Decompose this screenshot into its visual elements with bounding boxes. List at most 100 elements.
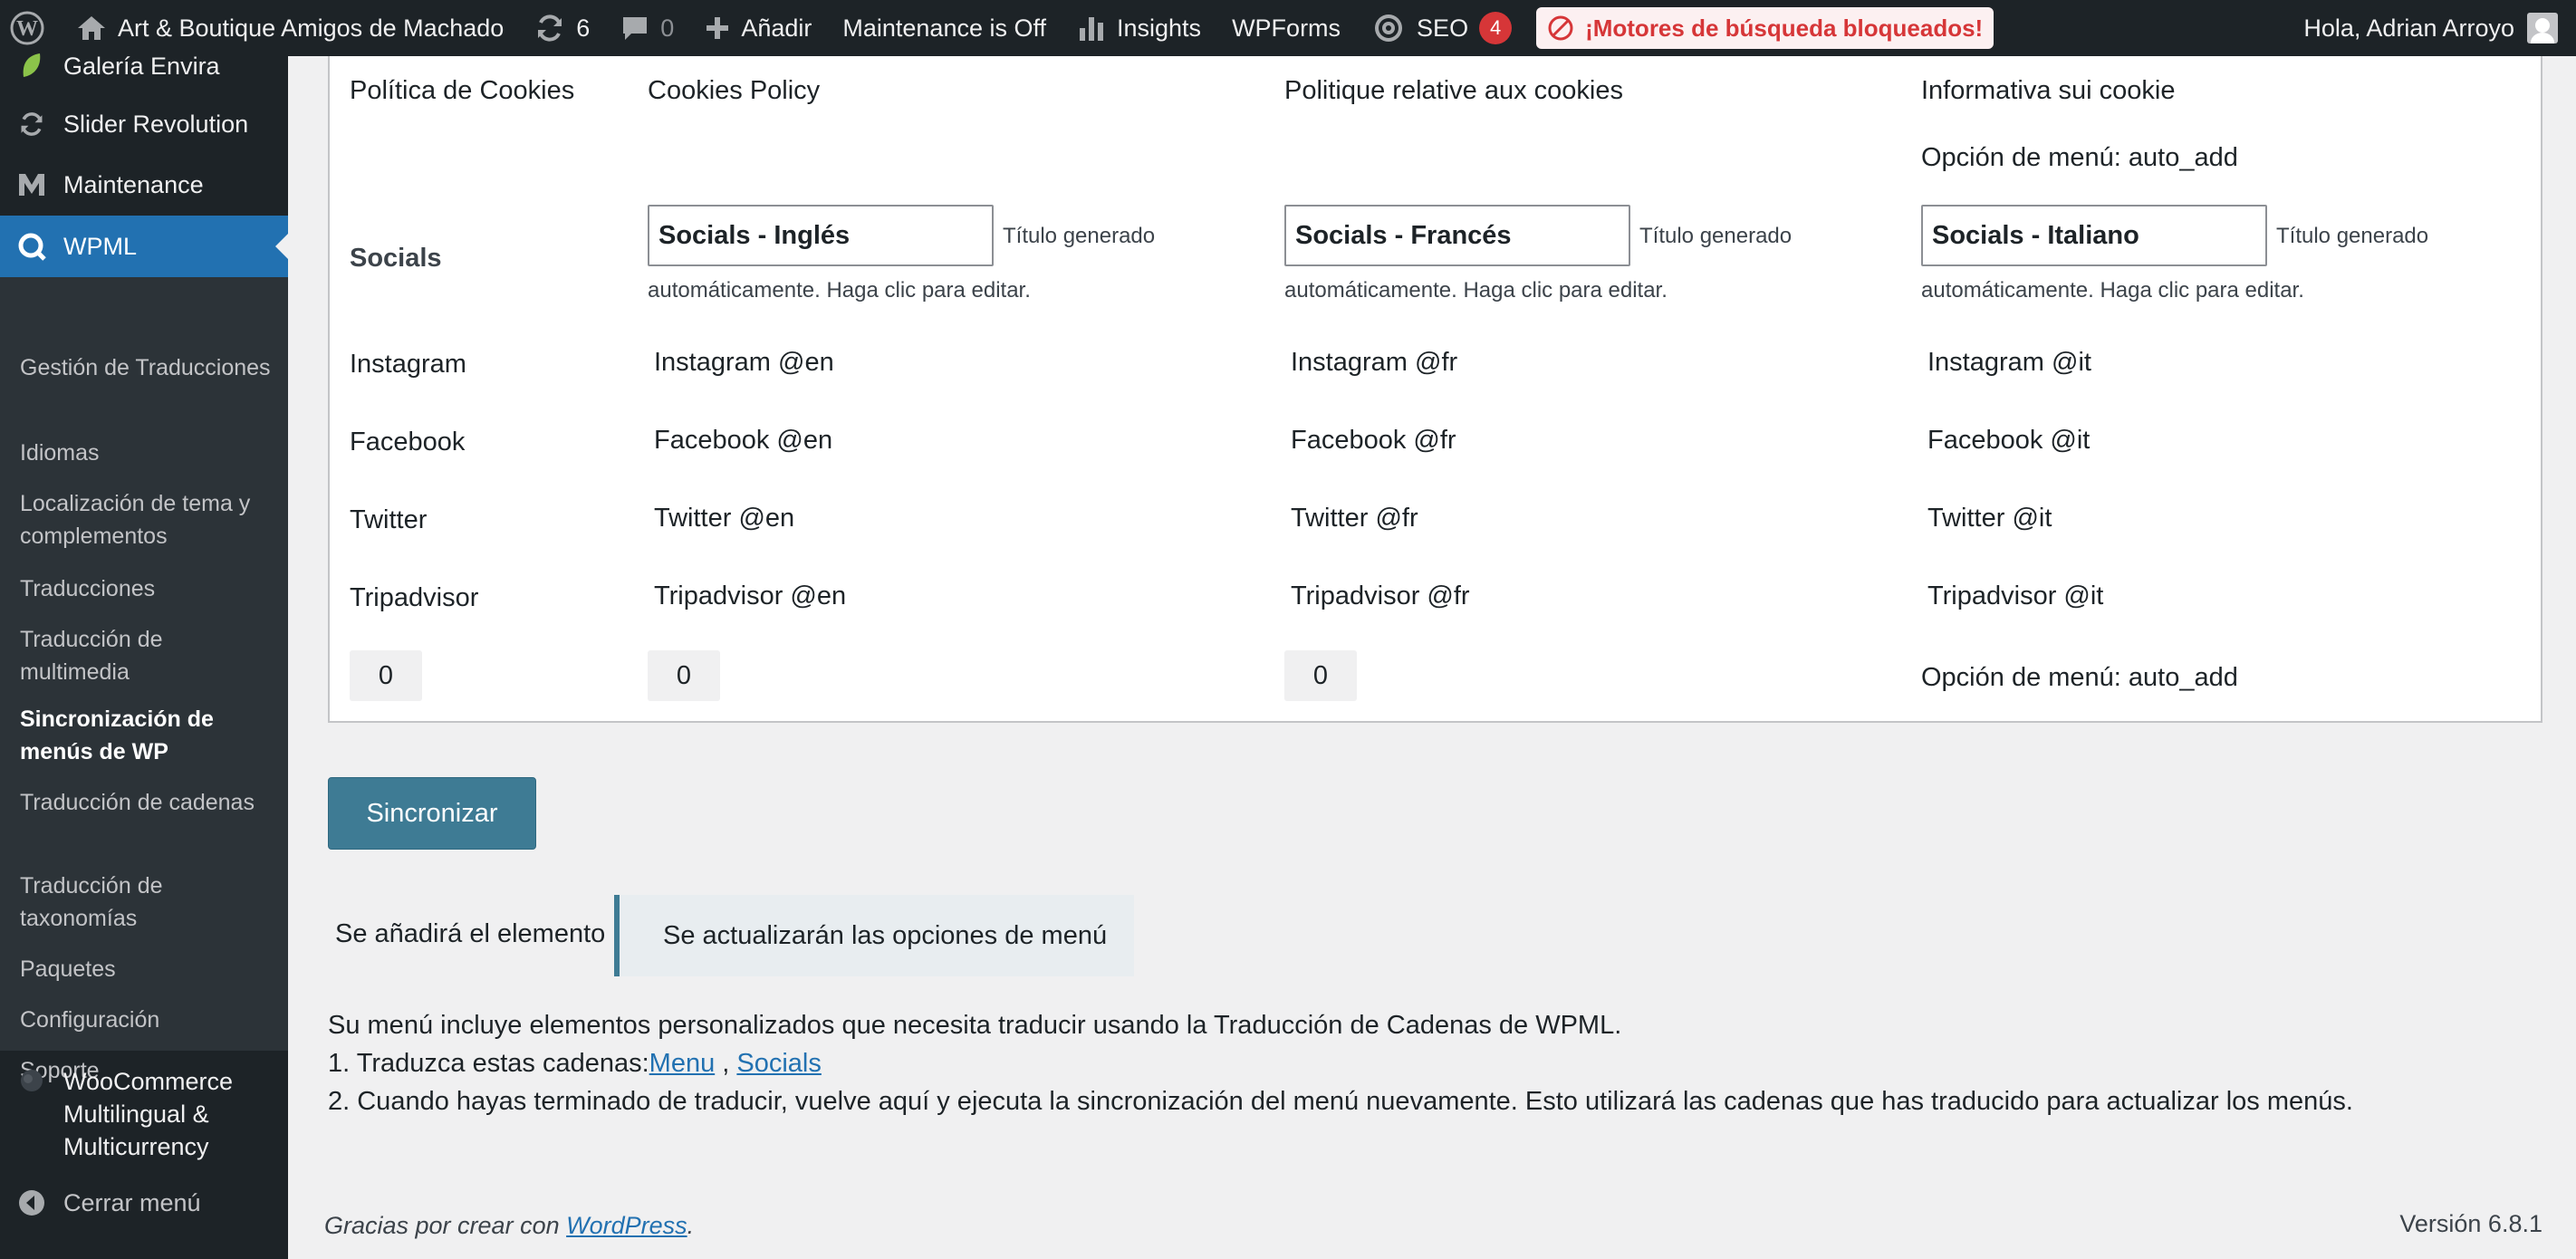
instagram-en: Instagram @en [654, 348, 834, 377]
submenu-item-wp-menus-sync[interactable]: Sincronización de menús de WP [20, 703, 274, 768]
facebook-it: Facebook @it [1927, 426, 2091, 455]
menu-order-default: 0 [350, 650, 422, 701]
seo-label: SEO [1417, 14, 1469, 42]
refresh-icon [534, 13, 565, 43]
sidebar-item-label: Galería Envira [63, 52, 220, 80]
twitter-it: Twitter @it [1927, 504, 2052, 533]
wpforms-label: WPForms [1232, 14, 1341, 42]
submenu-item-string-translation[interactable]: Traducción de cadenas [20, 786, 274, 819]
wpml-submenu: Gestión de Traducciones Idiomas Localiza… [0, 277, 288, 1083]
comments-link[interactable]: 0 [605, 0, 689, 56]
wordpress-link[interactable]: WordPress [566, 1212, 687, 1239]
menu-sync-table: Política de Cookies Cookies Policy Polit… [328, 56, 2542, 723]
footer-version: Versión 6.8.1 [2399, 1210, 2542, 1237]
sidebar-item-label: WPML [63, 232, 137, 260]
avatar [2527, 13, 2558, 43]
footer-thanks-prefix: Gracias por crear con [324, 1212, 567, 1239]
twitter-fr: Twitter @fr [1291, 504, 1418, 533]
submenu-item-settings[interactable]: Configuración [20, 1004, 274, 1036]
seo-notification-badge: 4 [1479, 12, 1513, 44]
menu-order-fr: 0 [1284, 650, 1357, 701]
submenu-item-packages[interactable]: Paquetes [20, 953, 274, 985]
sidebar-item-woocommerce-multilingual[interactable]: WooCommerce Multilingual & Multicurrency [0, 1056, 288, 1160]
row-label-socials: Socials [350, 244, 442, 273]
tripadvisor-it: Tripadvisor @it [1927, 581, 2104, 610]
facebook-en: Facebook @en [654, 426, 833, 455]
notice-line-2: 1. Traduzca estas cadenas:Menu , Socials [328, 1047, 822, 1080]
sidebar-item-maintenance[interactable]: Maintenance [0, 154, 288, 216]
tripadvisor-en: Tripadvisor @en [654, 581, 847, 610]
legend-item-will-be-added: Se añadirá el elemento [335, 919, 606, 948]
link-separator: , [715, 1049, 737, 1078]
instagram-it: Instagram @it [1927, 348, 2091, 377]
notice-line-3: 2. Cuando hayas terminado de traducir, v… [328, 1087, 2353, 1116]
leaf-icon [16, 51, 47, 82]
tripadvisor-fr: Tripadvisor @fr [1291, 581, 1470, 610]
plus-icon [705, 15, 730, 41]
submenu-item-translation-management[interactable]: Gestión de Traducciones [20, 351, 274, 384]
notice-line-1: Su menú incluye elementos personalizados… [328, 1011, 1622, 1040]
cookies-fr: Politique relative aux cookies [1284, 76, 1623, 105]
footer-thanks-suffix: . [687, 1212, 695, 1239]
sidebar-item-label: Maintenance [63, 170, 204, 198]
submenu-item-translations[interactable]: Traducciones [20, 572, 274, 605]
updates-link[interactable]: 6 [519, 0, 605, 56]
search-engines-blocked-label: ¡Motores de búsqueda bloqueados! [1585, 14, 1984, 42]
sidebar-item-slider-revolution[interactable]: Slider Revolution [0, 94, 288, 154]
cookies-it-menu-option: Opción de menú: auto_add [1921, 143, 2238, 172]
cookies-it: Informativa sui cookie [1921, 76, 2176, 105]
socials-fr-title-input[interactable]: Socials - Francés [1284, 205, 1630, 266]
my-account-menu[interactable]: Hola, Adrian Arroyo [2303, 0, 2576, 56]
seo-link[interactable]: SEO 4 [1356, 0, 1527, 56]
search-engines-blocked-alert[interactable]: ¡Motores de búsqueda bloqueados! [1536, 7, 1994, 49]
add-new-link[interactable]: Añadir [689, 0, 827, 56]
row-label-twitter: Twitter [350, 505, 428, 534]
translate-socials-link[interactable]: Socials [736, 1049, 822, 1078]
maintenance-status: Maintenance is Off [842, 14, 1046, 42]
socials-en-hint-2: automáticamente. Haga clic para editar. [648, 278, 1031, 303]
wpml-icon [16, 231, 47, 262]
maintenance-status-link[interactable]: Maintenance is Off [827, 0, 1062, 56]
facebook-fr: Facebook @fr [1291, 426, 1456, 455]
insights-label: Insights [1117, 14, 1202, 42]
socials-en-title-input[interactable]: Socials - Inglés [648, 205, 994, 266]
submenu-item-languages[interactable]: Idiomas [20, 437, 274, 469]
sidebar-item-wpml[interactable]: WPML [0, 216, 288, 277]
socials-it-title-input[interactable]: Socials - Italiano [1921, 205, 2267, 266]
row-label-instagram: Instagram [350, 350, 466, 379]
legend-options-will-be-updated: Se actualizarán las opciones de menú [614, 895, 1134, 976]
sidebar-item-envira-gallery[interactable]: Galería Envira [0, 38, 288, 94]
socials-fr-hint-1: Título generado [1639, 224, 1793, 248]
gear-icon [1371, 11, 1406, 45]
comment-icon [620, 14, 649, 42]
comments-count: 0 [660, 14, 675, 42]
admin-sidebar: Galería Envira Slider Revolution Mainten… [0, 53, 288, 1259]
sync-button[interactable]: Sincronizar [328, 777, 536, 850]
wpforms-link[interactable]: WPForms [1216, 0, 1356, 56]
wcml-icon [16, 1065, 47, 1096]
collapse-menu-label: Cerrar menú [63, 1188, 201, 1216]
socials-it-hint-1: Título generado [2276, 224, 2429, 248]
menu-order-en: 0 [648, 650, 720, 701]
notice-line-2-prefix: 1. Traduzca estas cadenas: [328, 1049, 649, 1078]
collapse-menu-button[interactable]: Cerrar menú [0, 1179, 288, 1226]
row-label-cookies: Política de Cookies [350, 76, 575, 105]
it-menu-option-footer: Opción de menú: auto_add [1921, 663, 2238, 692]
submenu-item-taxonomy-translation[interactable]: Traducción de taxonomías [20, 870, 274, 935]
row-label-tripadvisor: Tripadvisor [350, 583, 479, 612]
submenu-item-media-translation[interactable]: Traducción de multimedia [20, 623, 274, 688]
row-label-facebook: Facebook [350, 428, 466, 457]
socials-en-hint-1: Título generado [1003, 224, 1156, 248]
cookies-en: Cookies Policy [648, 76, 821, 105]
add-new-label: Añadir [741, 14, 812, 42]
blocked-icon [1547, 14, 1574, 42]
instagram-fr: Instagram @fr [1291, 348, 1458, 377]
bar-chart-icon [1077, 14, 1106, 43]
legend-update-label: Se actualizarán las opciones de menú [663, 920, 1108, 950]
insights-link[interactable]: Insights [1062, 0, 1216, 56]
admin-bar: W Art & Boutique Amigos de Machado 6 0 A… [0, 0, 2576, 56]
submenu-item-theme-localization[interactable]: Localización de tema y complementos [20, 487, 274, 553]
collapse-arrow-icon [16, 1187, 47, 1218]
translate-menu-link[interactable]: Menu [649, 1049, 716, 1078]
sidebar-item-label: Slider Revolution [63, 110, 249, 138]
